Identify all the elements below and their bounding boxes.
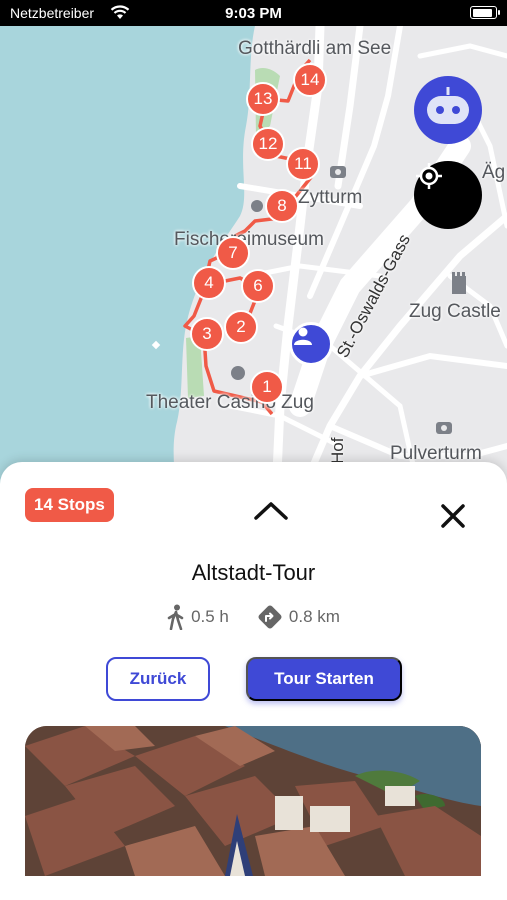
tour-photo-illustration bbox=[25, 726, 481, 876]
stop-marker-12[interactable]: 12 bbox=[251, 127, 285, 161]
stop-marker-13[interactable]: 13 bbox=[246, 82, 280, 116]
tour-bottom-sheet: 14 Stops Altstadt-Tour 0.5 h 0.8 km Zurü… bbox=[0, 462, 507, 900]
duration-text: 0.5 h bbox=[191, 607, 229, 626]
start-tour-button[interactable]: Tour Starten bbox=[246, 657, 402, 701]
clock: 9:03 PM bbox=[225, 5, 282, 22]
tour-title: Altstadt-Tour bbox=[191, 560, 316, 585]
stop-marker-8[interactable]: 8 bbox=[265, 189, 299, 223]
directions-icon bbox=[258, 605, 282, 629]
stop-marker-11[interactable]: 11 bbox=[286, 147, 320, 181]
locate-me-button[interactable] bbox=[414, 161, 482, 229]
stop-marker-7[interactable]: 7 bbox=[216, 236, 250, 270]
distance-info: 0.8 km bbox=[257, 604, 340, 630]
screen: Netzbetreiber 9:03 PM Gotthärdli am See … bbox=[0, 0, 507, 900]
crosshair-icon bbox=[416, 163, 442, 189]
status-bar: Netzbetreiber 9:03 PM bbox=[0, 0, 507, 26]
robot-icon bbox=[427, 87, 469, 124]
stop-marker-14[interactable]: 14 bbox=[293, 63, 327, 97]
map-label-zytturm: Zytturm bbox=[298, 187, 363, 208]
stop-marker-1[interactable]: 1 bbox=[250, 370, 284, 404]
map-label-zug-castle: Zug Castle bbox=[409, 301, 501, 322]
stop-marker-4[interactable]: 4 bbox=[192, 266, 226, 300]
map-label-theater: Theater Casino Zug bbox=[146, 392, 314, 413]
tour-photo bbox=[25, 726, 481, 876]
tour-meta: 0.5 h 0.8 km bbox=[0, 604, 507, 630]
map-label-hof: Hof bbox=[328, 437, 347, 464]
close-icon[interactable] bbox=[438, 501, 468, 531]
map-view[interactable]: Gotthärdli am See Zytturm Fischereimuseu… bbox=[0, 26, 507, 496]
back-button[interactable]: Zurück bbox=[106, 657, 210, 701]
walking-icon bbox=[167, 604, 184, 630]
stop-marker-6[interactable]: 6 bbox=[241, 269, 275, 303]
chevron-up-icon[interactable] bbox=[252, 498, 290, 522]
duration-info: 0.5 h bbox=[167, 604, 229, 630]
map-label-gotthardli: Gotthärdli am See bbox=[238, 38, 392, 59]
distance-text: 0.8 km bbox=[288, 607, 340, 626]
stops-badge: 14 Stops bbox=[25, 488, 114, 522]
assistant-button[interactable] bbox=[414, 76, 482, 144]
map-label-aeg: Äg bbox=[482, 162, 506, 183]
stop-marker-3[interactable]: 3 bbox=[190, 317, 224, 351]
stop-marker-2[interactable]: 2 bbox=[224, 310, 258, 344]
person-icon bbox=[294, 327, 312, 345]
battery-icon bbox=[470, 6, 500, 19]
user-location-marker bbox=[289, 322, 333, 366]
